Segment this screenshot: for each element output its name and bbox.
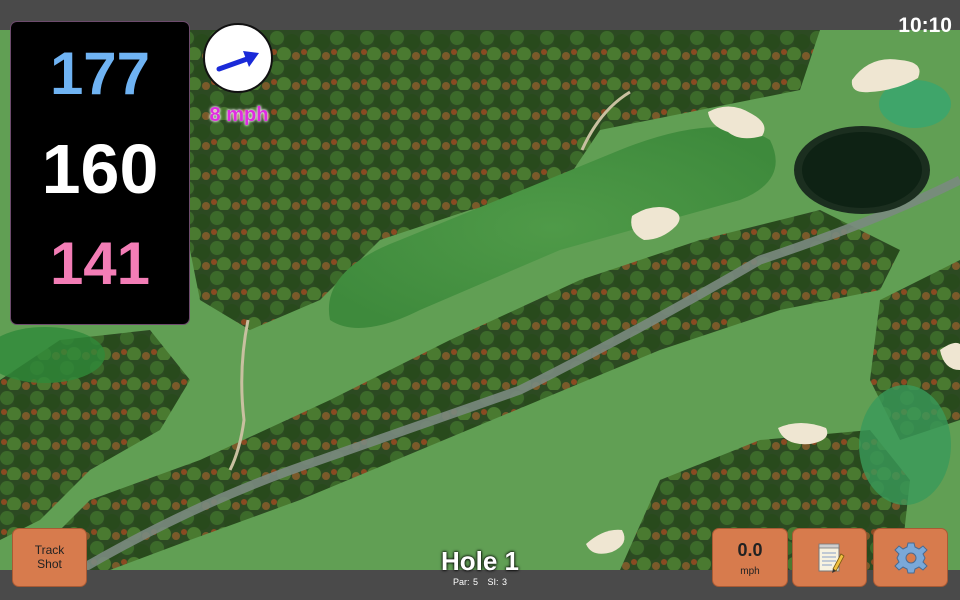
- notes-button[interactable]: [792, 528, 867, 587]
- hole-title: Hole 1: [440, 546, 520, 576]
- track-shot-button[interactable]: Track Shot: [12, 528, 87, 587]
- speed-unit: mph: [740, 566, 760, 577]
- golf-gps-screen: 10:10 177 160 141 8 mph Track Shot Hole …: [0, 0, 960, 600]
- wind-indicator: [203, 23, 273, 93]
- hole-stroke-index: SI: 3: [487, 577, 508, 587]
- middle-distance: 160: [41, 130, 159, 208]
- distance-panel: 177 160 141: [11, 22, 189, 324]
- track-shot-label-line1: Track: [34, 542, 65, 557]
- wind-speed: 8 mph: [209, 104, 269, 126]
- speed-value: 0.0: [737, 540, 763, 560]
- hole-info: Par: 5 SI: 3: [380, 577, 580, 587]
- settings-button[interactable]: [873, 528, 948, 587]
- notepad-icon: [818, 543, 845, 573]
- gear-icon: [893, 542, 928, 573]
- clock: 10:10: [898, 14, 952, 37]
- hole-par: Par: 5: [452, 577, 478, 587]
- front-distance: 141: [49, 230, 151, 297]
- speed-button[interactable]: 0.0 mph: [712, 528, 788, 587]
- wind-direction-arrow-icon: [216, 51, 259, 72]
- track-shot-label-line2: Shot: [37, 556, 62, 571]
- back-distance: 177: [49, 40, 151, 107]
